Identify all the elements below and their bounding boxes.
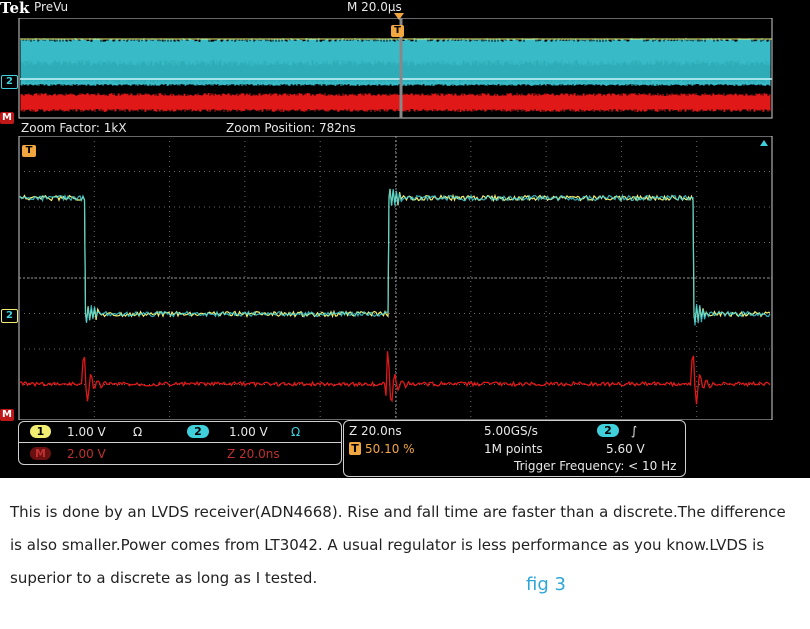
main-waveform-graticule bbox=[18, 136, 773, 420]
ch2-badge[interactable]: 2 bbox=[187, 425, 209, 438]
ch1-scale[interactable]: 1.00 V bbox=[67, 425, 106, 439]
math-zoom-scale: Z 20.0ns bbox=[227, 447, 280, 461]
ch1-waveform bbox=[19, 188, 770, 323]
trigger-source-badge[interactable]: 2 bbox=[597, 424, 619, 437]
zoom-timebase-readout: Z 20.0ns bbox=[349, 424, 402, 438]
trigger-level-readout: 5.60 V bbox=[606, 442, 645, 456]
trigger-level-arrow bbox=[760, 140, 768, 146]
zoom-factor-label: Zoom Factor: 1kX bbox=[21, 121, 127, 135]
prevu-mode-label: PreVu bbox=[34, 0, 69, 14]
ch2-scale[interactable]: 1.00 V bbox=[229, 425, 268, 439]
trigger-frequency-readout: Trigger Frequency: < 10 Hz bbox=[514, 459, 677, 473]
channel-readout-panel: 1 1.00 V Ω 2 1.00 V Ω M 2.00 V Z 20.0ns bbox=[18, 421, 342, 465]
overview-channel2-marker[interactable]: 2 bbox=[1, 75, 18, 89]
ch1-coupling: Ω bbox=[133, 425, 143, 439]
trigger-position-badge: T bbox=[349, 442, 361, 455]
trigger-position-value: 50.10 % bbox=[365, 442, 415, 456]
figure-label: fig 3 bbox=[526, 574, 566, 595]
trigger-slope-icon: ∫ bbox=[631, 424, 638, 438]
math-badge[interactable]: M bbox=[30, 447, 51, 460]
record-length-readout: 1M points bbox=[484, 442, 543, 456]
overview-math-band bbox=[20, 93, 771, 112]
oscilloscope-screen: Tek PreVu M 20.0µs T 2 M Zoom Factor: 1k… bbox=[0, 0, 810, 478]
zoom-position-label: Zoom Position: 782ns bbox=[226, 121, 356, 135]
figure-caption: This is done by an LVDS receiver(ADN4668… bbox=[10, 503, 786, 587]
main-math-marker[interactable]: M bbox=[0, 409, 14, 421]
sample-rate-readout: 5.00GS/s bbox=[484, 424, 538, 438]
math-scale[interactable]: 2.00 V bbox=[67, 447, 106, 461]
main-trigger-marker[interactable]: T bbox=[22, 145, 36, 157]
acquisition-readout-panel: Z 20.0ns T 50.10 % 5.00GS/s 1M points 2 … bbox=[343, 420, 686, 477]
overview-math-marker[interactable]: M bbox=[0, 112, 14, 124]
overview-trigger-marker[interactable]: T bbox=[391, 25, 404, 37]
timebase-readout: M 20.0µs bbox=[347, 0, 402, 14]
ch2-waveform bbox=[19, 188, 771, 326]
brand-logo: Tek bbox=[0, 0, 30, 17]
main-channel2-marker[interactable]: 2 bbox=[1, 309, 18, 323]
ch2-coupling: Ω bbox=[291, 425, 301, 439]
overview-waveform-area bbox=[18, 18, 773, 119]
ch1-badge[interactable]: 1 bbox=[30, 425, 51, 438]
